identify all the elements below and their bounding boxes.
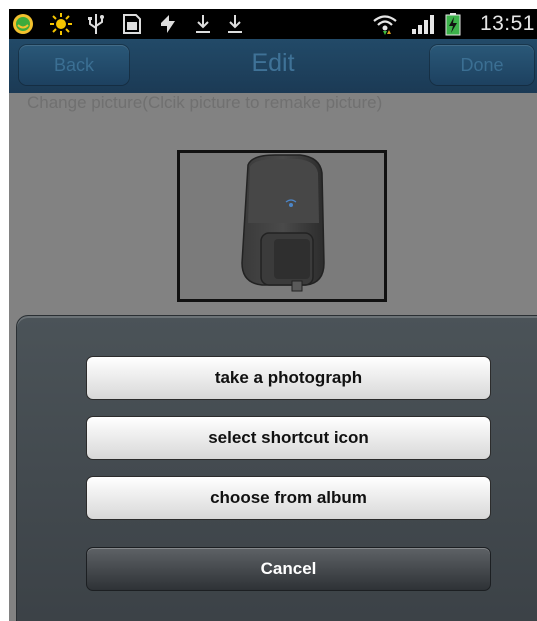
emoji-icon xyxy=(11,12,35,36)
title-bar: Back Edit Done xyxy=(9,39,537,93)
take-photograph-button[interactable]: take a photograph xyxy=(86,356,491,400)
picture-preview[interactable] xyxy=(177,150,387,302)
status-bar: 13:51 xyxy=(9,9,537,39)
smart-lock-image xyxy=(241,154,325,292)
usb-icon xyxy=(85,12,107,36)
cancel-button[interactable]: Cancel xyxy=(86,547,491,591)
sim-card-icon xyxy=(121,12,143,36)
signal-icon xyxy=(409,12,439,36)
brightness-icon xyxy=(49,12,73,36)
sync-icon xyxy=(157,12,179,36)
download-icon xyxy=(225,12,245,36)
download-icon xyxy=(193,12,213,36)
choose-from-album-button[interactable]: choose from album xyxy=(86,476,491,520)
select-shortcut-icon-button[interactable]: select shortcut icon xyxy=(86,416,491,460)
change-picture-hint: Change picture(Clcik picture to remake p… xyxy=(27,93,383,112)
done-button[interactable]: Done xyxy=(430,45,534,85)
status-time: 13:51 xyxy=(479,12,535,35)
battery-charging-icon xyxy=(443,12,463,36)
wifi-icon xyxy=(372,12,398,36)
picture-options-sheet: take a photograph select shortcut icon c… xyxy=(16,315,537,621)
app-screen: 13:51 Back Edit Done Change picture(Clci… xyxy=(9,9,537,621)
